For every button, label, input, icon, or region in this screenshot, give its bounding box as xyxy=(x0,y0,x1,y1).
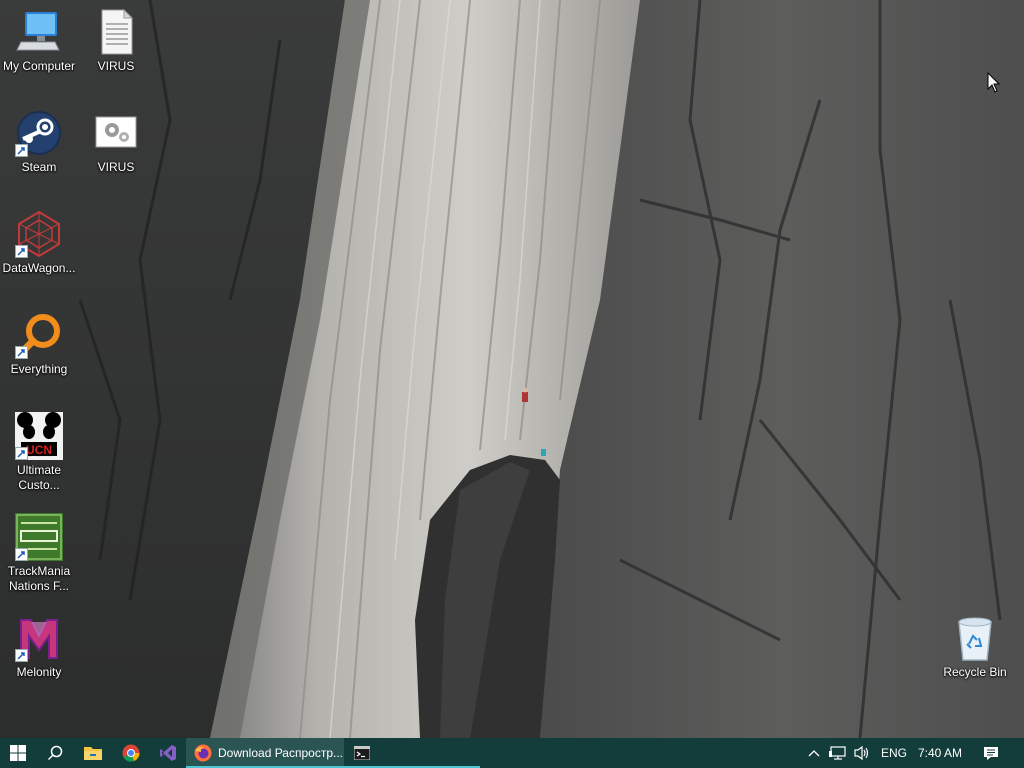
settings-file-icon xyxy=(92,109,140,157)
shortcut-arrow-icon xyxy=(15,649,28,662)
desktop-icon-melonity[interactable]: Melonity xyxy=(0,614,78,680)
text-file-icon xyxy=(92,8,140,56)
visual-studio-icon xyxy=(160,745,176,761)
desktop-icon-steam[interactable]: Steam xyxy=(0,109,78,175)
shortcut-arrow-icon xyxy=(15,548,28,561)
task-label: Download Распростр... xyxy=(218,746,343,760)
firefox-icon xyxy=(194,744,212,762)
desktop-icon-label: Ultimate Custo... xyxy=(16,463,61,492)
desktop-icon-label: DataWagon... xyxy=(2,261,76,275)
file-explorer-icon xyxy=(84,747,102,760)
search-icon xyxy=(47,745,63,761)
taskbar-visual-studio[interactable] xyxy=(150,738,186,768)
desktop-icon-recycle-bin[interactable]: Recycle Bin xyxy=(936,614,1014,680)
network-button[interactable] xyxy=(826,738,850,768)
desktop[interactable]: My Computer VIRUS Steam VIRUS DataWagon.… xyxy=(0,0,1024,738)
desktop-icon-label: My Computer xyxy=(2,59,76,73)
shortcut-arrow-icon xyxy=(15,144,28,157)
taskbar-task-command-prompt[interactable] xyxy=(344,738,480,768)
taskbar-search-button[interactable] xyxy=(36,738,74,768)
desktop-icon-my-computer[interactable]: My Computer xyxy=(0,8,78,74)
shortcut-arrow-icon xyxy=(15,447,28,460)
everything-search-icon xyxy=(15,311,63,359)
desktop-icon-datawagon[interactable]: DataWagon... xyxy=(0,210,78,276)
desktop-icon-label: Steam xyxy=(21,160,57,174)
desktop-icon-virus-text[interactable]: VIRUS xyxy=(77,8,155,74)
desktop-icon-label: VIRUS xyxy=(97,59,135,73)
taskbar-chrome[interactable] xyxy=(112,738,150,768)
mouse-cursor-icon xyxy=(987,72,1001,93)
volume-icon xyxy=(854,745,869,761)
desktop-icon-label: VIRUS xyxy=(97,160,135,174)
chevron-up-icon xyxy=(808,750,820,757)
desktop-icon-label: Melonity xyxy=(16,665,62,679)
shortcut-arrow-icon xyxy=(15,346,28,359)
chrome-icon xyxy=(122,744,140,762)
notification-icon xyxy=(984,746,998,760)
recycle-bin-icon xyxy=(951,614,999,662)
desktop-icon-trackmania[interactable]: TrackMania Nations F... xyxy=(0,513,78,594)
datawagon-icon xyxy=(15,210,63,258)
steam-icon xyxy=(15,109,63,157)
svg-text:UCN: UCN xyxy=(26,443,52,457)
taskbar-file-explorer[interactable] xyxy=(74,738,112,768)
trackmania-icon xyxy=(15,513,63,561)
desktop-icon-ultimate-custom-night[interactable]: UCN Ultimate Custo... xyxy=(0,412,78,493)
input-language-indicator[interactable]: ENG xyxy=(880,738,908,768)
show-hidden-icons-button[interactable] xyxy=(804,738,824,768)
desktop-icon-label: Everything xyxy=(10,362,68,376)
start-button[interactable] xyxy=(0,738,36,768)
desktop-icon-label: TrackMania Nations F... xyxy=(7,564,71,593)
taskbar: Download Распростр... ENG 7:40 AM xyxy=(0,738,1024,768)
desktop-icon-label: Recycle Bin xyxy=(943,665,1007,679)
windows-start-icon xyxy=(10,745,26,761)
taskbar-task-firefox[interactable]: Download Распростр... xyxy=(186,738,344,768)
desktop-icon-everything[interactable]: Everything xyxy=(0,311,78,377)
volume-button[interactable] xyxy=(850,738,874,768)
network-icon xyxy=(829,746,846,760)
ucn-icon: UCN xyxy=(15,412,63,460)
action-center-button[interactable] xyxy=(976,738,1006,768)
shortcut-arrow-icon xyxy=(15,245,28,258)
desktop-icon-virus-settings[interactable]: VIRUS xyxy=(77,109,155,175)
melonity-icon xyxy=(15,614,63,662)
taskbar-clock[interactable]: 7:40 AM xyxy=(912,738,968,768)
command-prompt-icon xyxy=(354,746,370,760)
my-computer-icon xyxy=(15,8,63,56)
